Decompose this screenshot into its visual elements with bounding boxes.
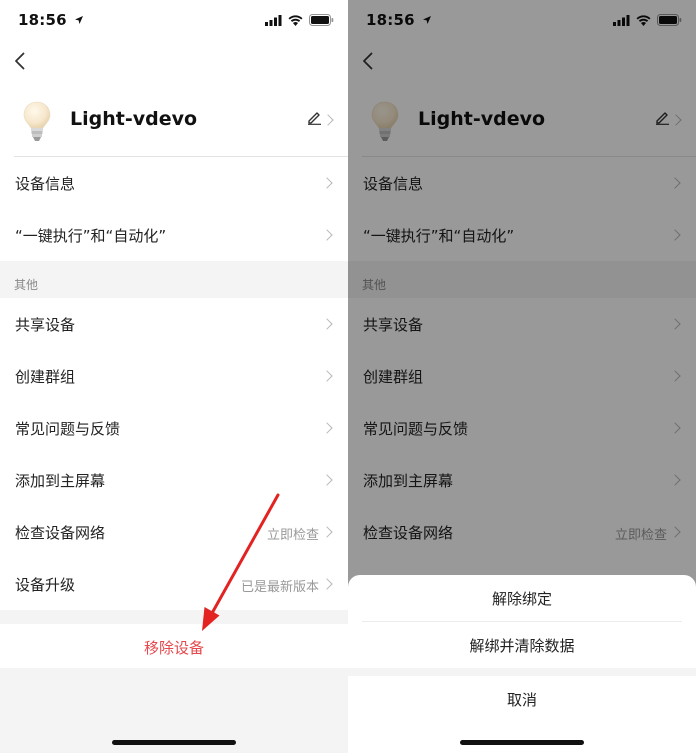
chevron-right-icon <box>321 370 333 382</box>
device-name: Light-vdevo <box>70 108 198 130</box>
remove-device-button[interactable]: 移除设备 <box>0 624 348 668</box>
status-bar: 18:56 <box>0 0 348 44</box>
unbind-clear-data-label: 解绑并清除数据 <box>469 637 575 655</box>
device-settings-screen-with-action-sheet: 18:56 Light-vdevo 设备信息 “一键执行”和“自动化” 其他 共… <box>348 0 696 753</box>
menu-item-add-to-home[interactable]: 添加到主屏幕 <box>0 454 348 506</box>
menu-item-value: 立即检查 <box>266 528 319 543</box>
chevron-right-icon <box>321 474 333 486</box>
remove-device-label: 移除设备 <box>143 639 204 657</box>
menu-item-check-network[interactable]: 检查设备网络 立即检查 <box>0 506 348 558</box>
chevron-right-icon <box>321 177 333 189</box>
menu-item-share-device[interactable]: 共享设备 <box>0 298 348 350</box>
cancel-label: 取消 <box>506 691 537 709</box>
home-indicator <box>112 740 236 745</box>
back-button[interactable] <box>8 48 32 74</box>
back-chevron-icon <box>15 52 25 70</box>
device-header[interactable]: Light-vdevo <box>0 94 348 156</box>
action-sheet: 解除绑定 解绑并清除数据 取消 <box>348 575 696 753</box>
status-time: 18:56 <box>18 11 84 29</box>
lightbulb-icon <box>23 101 51 141</box>
menu-item-device-info[interactable]: 设备信息 <box>0 157 348 209</box>
chevron-right-icon <box>321 578 333 590</box>
menu-item-label: 共享设备 <box>15 316 76 334</box>
unbind-clear-data-button[interactable]: 解绑并清除数据 <box>348 622 696 668</box>
chevron-right-icon <box>321 229 333 241</box>
pencil-edit-icon[interactable] <box>307 110 322 125</box>
sheet-separator <box>348 668 696 676</box>
wifi-icon <box>288 14 303 26</box>
chevron-right-icon <box>321 318 333 330</box>
menu-item-value: 已是最新版本 <box>240 580 319 595</box>
chevron-right-icon <box>321 422 333 434</box>
section-spacer <box>0 610 348 624</box>
menu-item-label: 添加到主屏幕 <box>15 472 106 490</box>
section-header-other: 其他 <box>0 261 348 298</box>
cellular-signal-icon <box>265 14 282 26</box>
menu-item-label: 创建群组 <box>15 368 76 386</box>
menu-item-label: 设备升级 <box>15 576 76 594</box>
battery-icon <box>309 14 334 26</box>
menu-item-faq-feedback[interactable]: 常见问题与反馈 <box>0 402 348 454</box>
chevron-right-icon <box>321 526 333 538</box>
unbind-button[interactable]: 解除绑定 <box>348 575 696 621</box>
device-settings-screen: 18:56 Light-vdevo 设备信息 “一键执行”和“自动化” 其他 共… <box>0 0 348 753</box>
unbind-label: 解除绑定 <box>491 590 552 608</box>
location-arrow-icon <box>75 16 84 24</box>
chevron-right-icon <box>322 114 334 126</box>
menu-item-scenes-automation[interactable]: “一键执行”和“自动化” <box>0 209 348 261</box>
menu-item-label: 常见问题与反馈 <box>15 420 121 438</box>
section-title: 其他 <box>14 278 39 292</box>
menu-item-label: 检查设备网络 <box>15 524 106 542</box>
menu-item-create-group[interactable]: 创建群组 <box>0 350 348 402</box>
menu-item-label: “一键执行”和“自动化” <box>15 227 167 245</box>
cancel-button[interactable]: 取消 <box>348 676 696 722</box>
menu-item-firmware-upgrade[interactable]: 设备升级 已是最新版本 <box>0 558 348 610</box>
menu-item-label: 设备信息 <box>15 175 76 193</box>
home-indicator <box>460 740 584 745</box>
